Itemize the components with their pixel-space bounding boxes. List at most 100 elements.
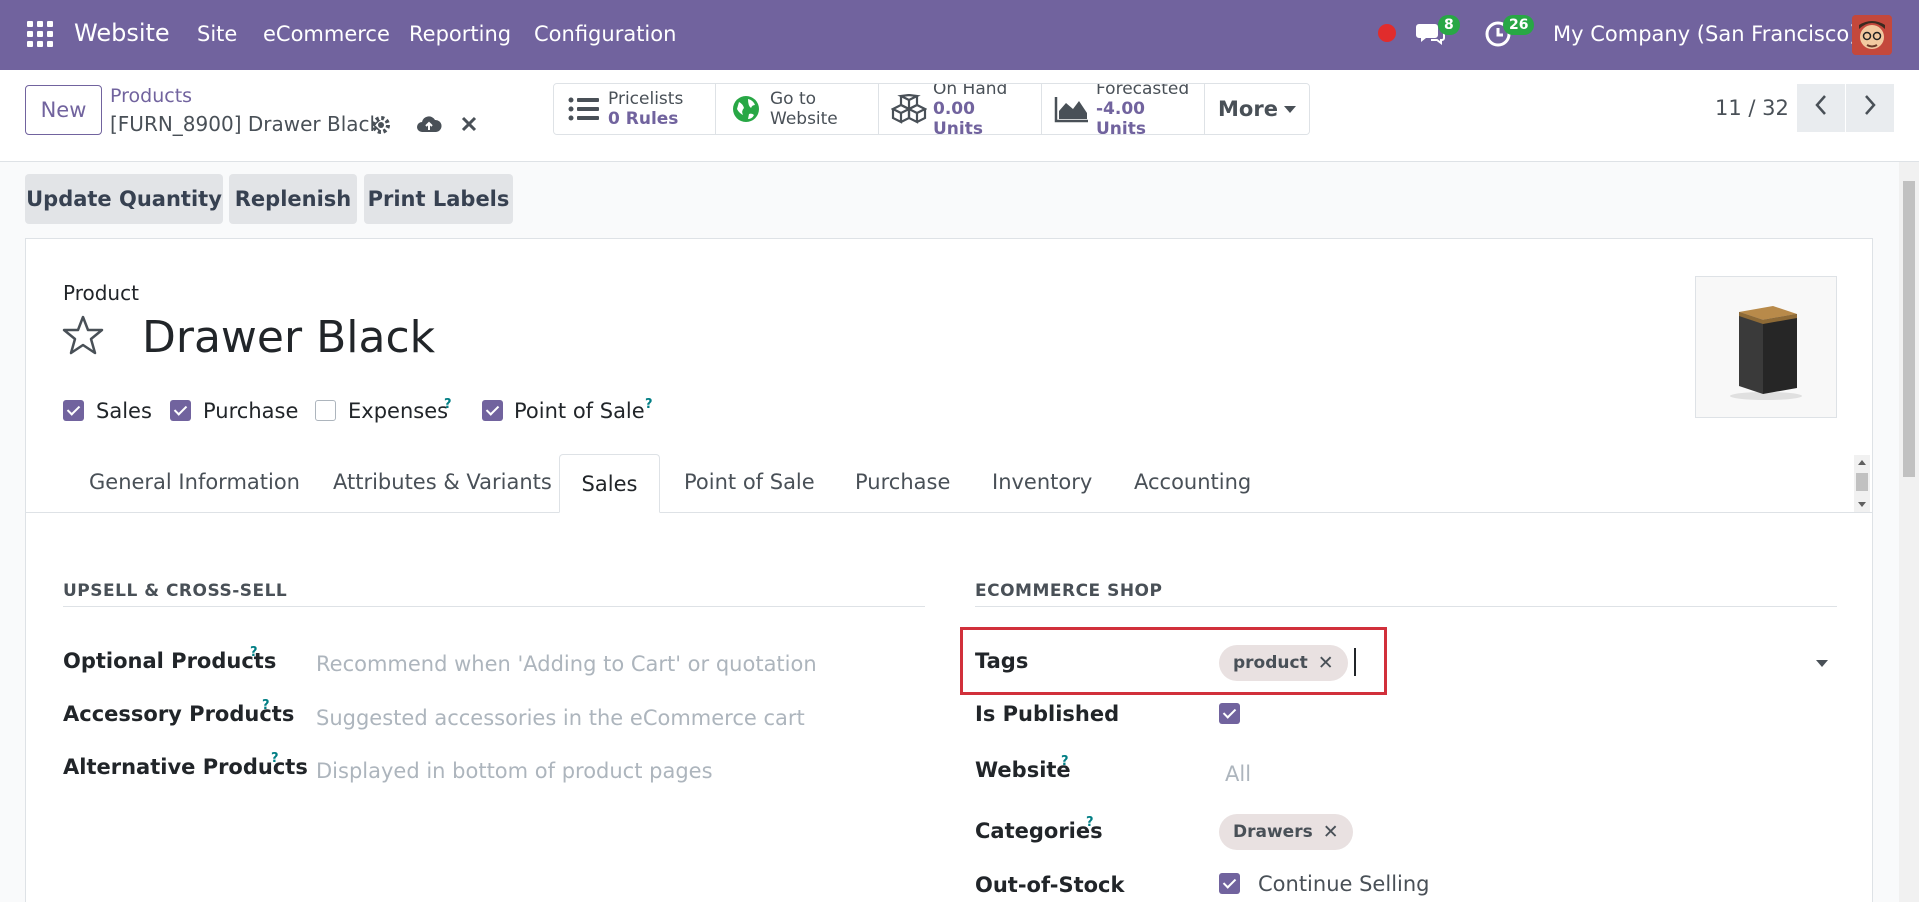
product-name[interactable]: Drawer Black [142, 312, 435, 363]
new-button[interactable]: New [25, 85, 102, 135]
menu-ecommerce[interactable]: eCommerce [263, 22, 390, 46]
favorite-star-icon[interactable] [62, 314, 104, 356]
tab-general-information[interactable]: General Information [89, 470, 300, 494]
breadcrumb-current-record: [FURN_8900] Drawer Black [110, 112, 382, 136]
globe-icon [728, 94, 764, 124]
smart-buttons: Pricelists 0 Rules Go to Website On Hand 0.… [553, 83, 1310, 135]
tab-attributes-variants[interactable]: Attributes & Variants [333, 470, 552, 494]
remove-category-icon[interactable]: ✕ [1323, 821, 1339, 843]
ecommerce-section-title: ECOMMERCE SHOP [975, 581, 1163, 601]
area-chart-icon [1054, 94, 1090, 124]
remove-tag-icon[interactable]: ✕ [1318, 652, 1334, 674]
caret-down-icon [1283, 105, 1296, 113]
pager-previous-button[interactable] [1797, 84, 1845, 132]
continue-selling-checkbox[interactable] [1219, 873, 1240, 894]
menu-site[interactable]: Site [197, 22, 237, 46]
expenses-checkbox-label: Expenses [348, 399, 449, 423]
tags-label: Tags [975, 649, 1029, 673]
company-switcher[interactable]: My Company (San Francisco) [1553, 22, 1857, 46]
on-hand-value: 0.00 Units [933, 99, 983, 135]
categories-label: Categories [975, 819, 1103, 843]
help-tooltip-icon[interactable]: ? [1061, 754, 1069, 769]
category-drawers-text: Drawers [1233, 822, 1313, 842]
recording-indicator-icon[interactable] [1378, 24, 1396, 42]
help-tooltip-icon[interactable]: ? [262, 698, 270, 713]
apps-menu-icon[interactable] [27, 21, 53, 47]
sales-checkbox[interactable] [63, 400, 84, 421]
tags-text-cursor[interactable] [1354, 648, 1356, 676]
expenses-checkbox[interactable] [315, 400, 336, 421]
help-tooltip-icon[interactable]: ? [1086, 815, 1094, 830]
help-tooltip-icon[interactable]: ? [271, 751, 279, 766]
tab-point-of-sale[interactable]: Point of Sale [684, 470, 815, 494]
product-image[interactable] [1695, 276, 1837, 418]
chevron-left-icon [1814, 94, 1828, 122]
forecasted-label: Forecasted [1096, 83, 1190, 99]
gear-icon[interactable] [370, 114, 392, 136]
menu-configuration[interactable]: Configuration [534, 22, 676, 46]
tab-inventory[interactable]: Inventory [992, 470, 1092, 494]
tag-product-chip: product ✕ [1219, 645, 1348, 681]
on-hand-label: On Hand [933, 83, 1008, 99]
forecasted-value: -4.00 Units [1096, 99, 1146, 135]
replenish-button[interactable]: Replenish [229, 174, 357, 224]
pricelists-label: Pricelists [608, 89, 684, 109]
go-to-website-smart-button[interactable]: Go to Website [716, 84, 879, 134]
website-label: Website [975, 758, 1071, 782]
pager-counter[interactable]: 11 / 32 [1715, 96, 1789, 120]
tags-dropdown-caret-icon[interactable] [1816, 660, 1828, 667]
product-type-label: Product [63, 281, 139, 305]
update-quantity-button[interactable]: Update Quantity [25, 174, 223, 224]
on-hand-smart-button[interactable]: On Hand 0.00 Units [879, 84, 1042, 134]
tabs-divider [25, 512, 1873, 513]
pricelists-smart-button[interactable]: Pricelists 0 Rules [554, 84, 716, 134]
website-label: Go to [770, 89, 817, 109]
is-published-checkbox[interactable] [1219, 703, 1240, 724]
discard-close-icon[interactable] [459, 114, 481, 136]
save-cloud-icon[interactable] [416, 114, 442, 136]
optional-products-label: Optional Products [63, 649, 277, 673]
forecasted-smart-button[interactable]: Forecasted -4.00 Units [1042, 84, 1205, 134]
website-select-input[interactable]: All [1225, 762, 1251, 786]
point-of-sale-checkbox-label: Point of Sale [514, 399, 645, 423]
activities-badge: 26 [1503, 15, 1535, 35]
optional-products-input[interactable]: Recommend when 'Adding to Cart' or quota… [316, 652, 817, 676]
help-tooltip-icon[interactable]: ? [250, 645, 258, 660]
purchase-checkbox-label: Purchase [203, 399, 299, 423]
upsell-section-title: UPSELL & CROSS-SELL [63, 581, 288, 601]
upsell-section-divider [63, 606, 925, 607]
tab-sales[interactable]: Sales [559, 454, 660, 513]
page-scrollbar-thumb[interactable] [1903, 181, 1915, 477]
breadcrumb-products[interactable]: Products [110, 85, 192, 107]
pricelists-value: 0 Rules [608, 109, 679, 129]
more-label: More [1218, 97, 1278, 121]
tab-purchase[interactable]: Purchase [855, 470, 950, 494]
point-of-sale-checkbox[interactable] [482, 400, 503, 421]
cubes-icon [891, 94, 927, 124]
chevron-right-icon [1863, 94, 1877, 122]
sales-checkbox-label: Sales [96, 399, 152, 423]
website-value: Website [770, 109, 838, 129]
control-panel: New Products [FURN_8900] Drawer Black Pr… [0, 70, 1919, 162]
tabs-scrollbar[interactable] [1854, 455, 1870, 512]
app-name[interactable]: Website [74, 19, 170, 47]
messages-badge: 8 [1438, 15, 1460, 35]
top-navbar: Website Site eCommerce Reporting Configu… [0, 0, 1919, 70]
is-published-label: Is Published [975, 702, 1120, 726]
user-avatar[interactable] [1852, 15, 1892, 55]
purchase-checkbox[interactable] [170, 400, 191, 421]
help-tooltip-icon[interactable]: ? [645, 397, 653, 412]
list-icon [566, 94, 602, 124]
help-tooltip-icon[interactable]: ? [444, 397, 452, 412]
tab-accounting[interactable]: Accounting [1134, 470, 1251, 494]
print-labels-button[interactable]: Print Labels [364, 174, 513, 224]
menu-reporting[interactable]: Reporting [409, 22, 511, 46]
more-dropdown-button[interactable]: More [1205, 84, 1309, 134]
accessory-products-input[interactable]: Suggested accessories in the eCommerce c… [316, 706, 805, 730]
continue-selling-label: Continue Selling [1258, 872, 1430, 896]
tag-product-text: product [1233, 653, 1308, 673]
alternative-products-input[interactable]: Displayed in bottom of product pages [316, 759, 713, 783]
out-of-stock-label: Out-of-Stock [975, 873, 1125, 897]
ecommerce-section-divider [975, 606, 1837, 607]
pager-next-button[interactable] [1846, 84, 1894, 132]
